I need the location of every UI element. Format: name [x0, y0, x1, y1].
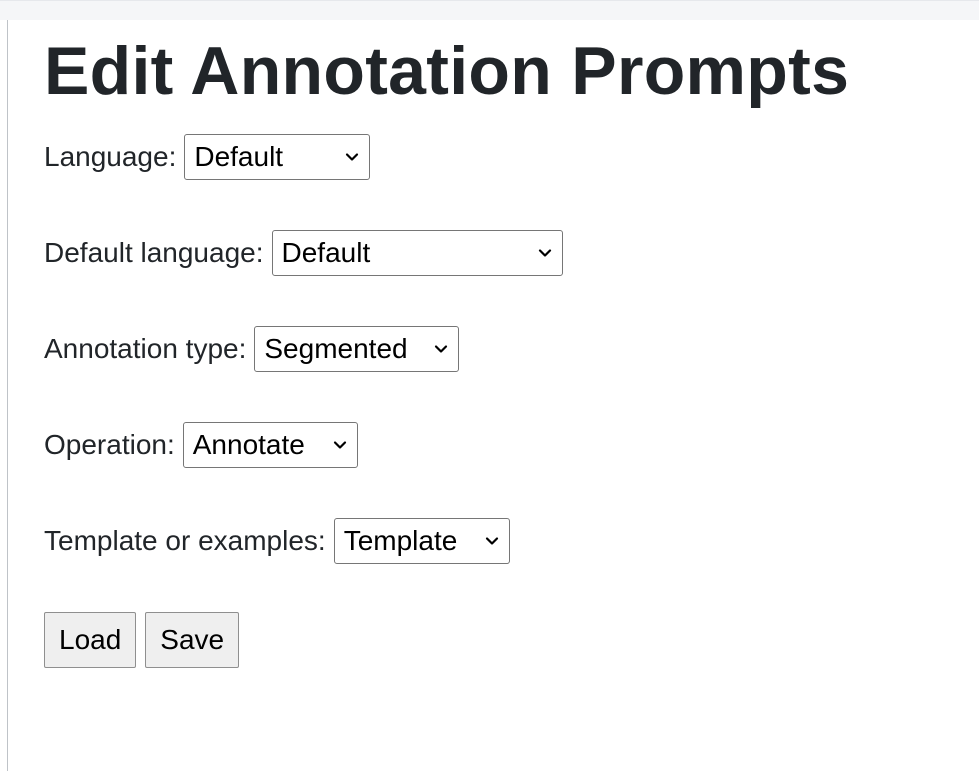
load-button[interactable]: Load [44, 612, 137, 668]
annotation-type-label: Annotation type: [44, 333, 247, 364]
page-title: Edit Annotation Prompts [44, 33, 850, 109]
default-language-select-value: Default [281, 237, 371, 268]
language-select-value: Default [194, 141, 284, 172]
default-language-select[interactable]: Default [271, 230, 563, 276]
default-language-row: Default language: Default [44, 228, 964, 278]
template-or-examples-select[interactable]: Template [333, 518, 510, 564]
operation-row: Operation: Annotate [44, 420, 964, 470]
chevron-down-icon [344, 149, 360, 165]
annotation-type-select[interactable]: Segmented [254, 326, 460, 372]
template-or-examples-row: Template or examples: Template [44, 516, 964, 566]
left-divider [7, 20, 8, 771]
annotation-type-select-value: Segmented [264, 333, 408, 364]
annotation-type-row: Annotation type: Segmented [44, 324, 964, 374]
operation-select-value: Annotate [192, 429, 305, 460]
default-language-label: Default language: [44, 237, 264, 268]
language-select[interactable]: Default [184, 134, 371, 180]
operation-label: Operation: [44, 429, 175, 460]
chevron-down-icon [484, 533, 500, 549]
template-or-examples-label: Template or examples: [44, 525, 326, 556]
chevron-down-icon [433, 341, 449, 357]
chevron-down-icon [537, 245, 553, 261]
operation-select[interactable]: Annotate [182, 422, 358, 468]
language-row: Language: Default [44, 132, 964, 182]
top-strip [0, 0, 979, 20]
main-content: Edit Annotation Prompts Language: Defaul… [44, 28, 964, 668]
chevron-down-icon [332, 437, 348, 453]
template-or-examples-select-value: Template [343, 525, 458, 556]
language-label: Language: [44, 141, 177, 172]
save-button[interactable]: Save [145, 612, 240, 668]
action-buttons: Load Save [44, 612, 964, 668]
